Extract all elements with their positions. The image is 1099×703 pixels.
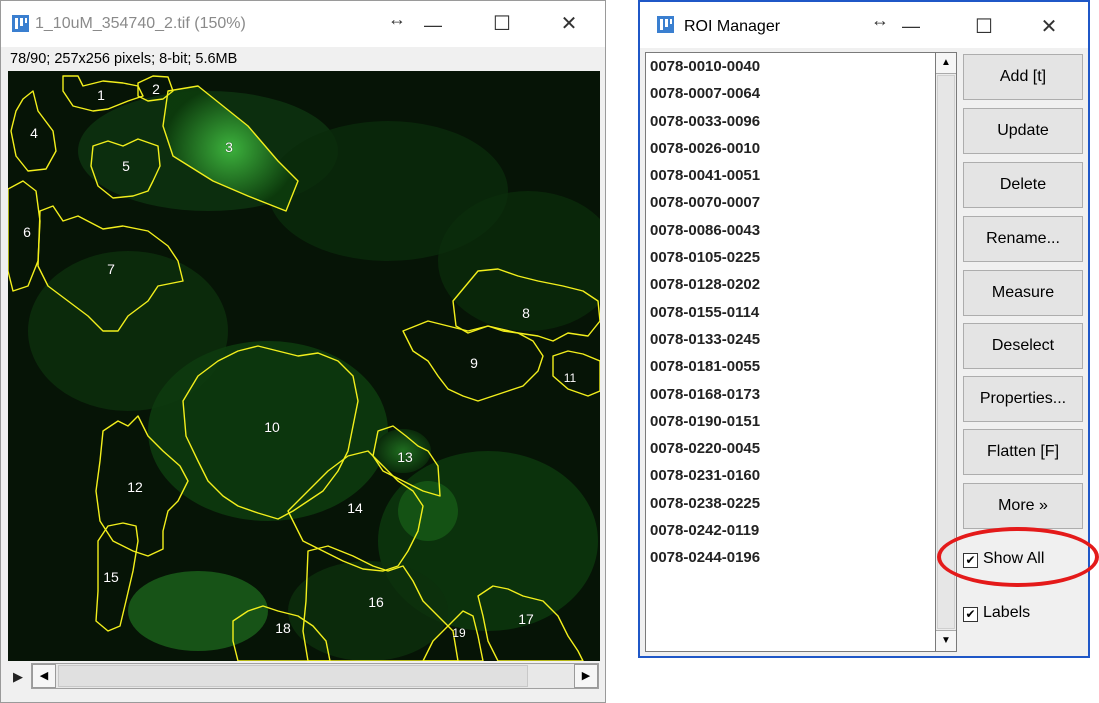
list-item[interactable]: 0078-0220-0045	[646, 435, 936, 462]
image-window: 1_10uM_354740_2.tif (150%) ↔ — ☐ ✕ 78/90…	[0, 0, 606, 703]
list-item[interactable]: 0078-0231-0160	[646, 462, 936, 489]
image-canvas[interactable]: 1 2 3 4 5 6 7 8 9 10 11 12 13 14 15 16 1…	[8, 71, 600, 661]
imagej-icon	[657, 16, 674, 33]
checkbox-checked-icon[interactable]: ✔	[963, 607, 978, 622]
roi-label: 17	[518, 611, 534, 627]
labels-label: Labels	[983, 604, 1031, 621]
list-item[interactable]: 0078-0190-0151	[646, 408, 936, 435]
roi-manager-title: ROI Manager	[684, 18, 781, 35]
roi-manager-titlebar[interactable]: ROI Manager ↔ — ☐ ✕	[640, 2, 1088, 48]
play-icon[interactable]: ▶	[13, 669, 23, 685]
close-button[interactable]: ✕	[558, 14, 580, 34]
measure-button[interactable]: Measure	[963, 270, 1083, 316]
roi-label: 7	[107, 261, 115, 277]
roi-label: 13	[397, 449, 413, 465]
maximize-button[interactable]: ☐	[491, 14, 513, 34]
imagej-icon	[12, 15, 29, 32]
roi-label: 10	[264, 419, 280, 435]
list-item[interactable]: 0078-0010-0040	[646, 53, 936, 80]
properties-button[interactable]: Properties...	[963, 376, 1083, 422]
scrollbar-thumb[interactable]	[58, 665, 528, 687]
fluorescence-image	[8, 75, 600, 661]
list-item[interactable]: 0078-0086-0043	[646, 217, 936, 244]
list-item[interactable]: 0078-0070-0007	[646, 189, 936, 216]
list-item[interactable]: 0078-0007-0064	[646, 80, 936, 107]
minimize-button[interactable]: —	[902, 16, 920, 36]
scroll-right-button[interactable]: ▶	[574, 664, 598, 688]
roi-label: 18	[275, 620, 291, 636]
flatten-button[interactable]: Flatten [F]	[963, 429, 1083, 475]
roi-label: 14	[347, 500, 363, 516]
roi-label: 9	[470, 355, 478, 371]
roi-label: 6	[23, 224, 31, 240]
scroll-up-button[interactable]: ▲	[936, 53, 956, 74]
list-item[interactable]: 0078-0105-0225	[646, 244, 936, 271]
roi-label: 19	[452, 626, 466, 640]
roi-label: 5	[122, 158, 130, 174]
scroll-down-button[interactable]: ▼	[936, 630, 956, 651]
scroll-left-button[interactable]: ◀	[32, 664, 56, 688]
list-item[interactable]: 0078-0155-0114	[646, 299, 936, 326]
list-item[interactable]: 0078-0168-0173	[646, 381, 936, 408]
update-button[interactable]: Update	[963, 108, 1083, 154]
image-info-line: 78/90; 257x256 pixels; 8-bit; 5.6MB	[10, 51, 238, 67]
roi-label: 1	[97, 87, 105, 103]
list-item[interactable]: 0078-0244-0196	[646, 544, 936, 571]
minimize-button[interactable]: —	[424, 15, 442, 35]
list-item[interactable]: 0078-0026-0010	[646, 135, 936, 162]
resize-arrows-icon[interactable]: ↔	[388, 9, 406, 29]
roi-label: 15	[103, 569, 119, 585]
list-item[interactable]: 0078-0128-0202	[646, 271, 936, 298]
add-button[interactable]: Add [t]	[963, 54, 1083, 100]
list-item[interactable]: 0078-0238-0225	[646, 490, 936, 517]
roi-list[interactable]: 0078-0010-0040 0078-0007-0064 0078-0033-…	[645, 52, 937, 652]
image-window-titlebar[interactable]: 1_10uM_354740_2.tif (150%) ↔ — ☐ ✕	[1, 1, 605, 47]
highlight-circle	[937, 527, 1099, 587]
image-window-title: 1_10uM_354740_2.tif (150%)	[35, 15, 246, 32]
horizontal-scrollbar[interactable]: ◀ ▶	[31, 663, 599, 689]
delete-button[interactable]: Delete	[963, 162, 1083, 208]
deselect-button[interactable]: Deselect	[963, 323, 1083, 369]
list-item[interactable]: 0078-0181-0055	[646, 353, 936, 380]
roi-label: 8	[522, 305, 530, 321]
list-item[interactable]: 0078-0242-0119	[646, 517, 936, 544]
close-button[interactable]: ✕	[1038, 17, 1060, 37]
resize-arrows-icon[interactable]: ↔	[871, 10, 889, 30]
maximize-button[interactable]: ☐	[973, 17, 995, 37]
labels-checkbox[interactable]: ✔ Labels	[963, 604, 1030, 622]
list-item[interactable]: 0078-0133-0245	[646, 326, 936, 353]
rename-button[interactable]: Rename...	[963, 216, 1083, 262]
roi-label: 4	[30, 125, 38, 141]
roi-label: 11	[563, 371, 577, 385]
roi-label: 3	[225, 139, 233, 155]
more-button[interactable]: More »	[963, 483, 1083, 529]
roi-label: 2	[152, 81, 160, 97]
list-item[interactable]: 0078-0041-0051	[646, 162, 936, 189]
roi-label: 12	[127, 479, 143, 495]
roi-label: 16	[368, 594, 384, 610]
list-item[interactable]: 0078-0033-0096	[646, 108, 936, 135]
